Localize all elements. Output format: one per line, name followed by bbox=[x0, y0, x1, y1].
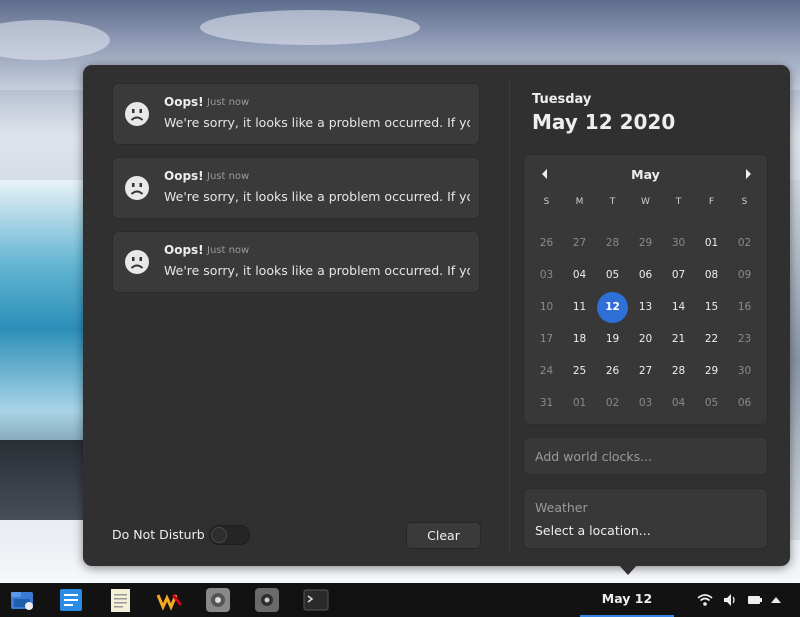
taskbar: May 12 17:10 bbox=[0, 583, 800, 617]
taskbar-clock[interactable]: May 12 17:10 bbox=[580, 583, 674, 617]
tray-arrow-icon[interactable] bbox=[768, 592, 784, 608]
calendar-day[interactable]: 30 bbox=[663, 228, 694, 259]
calendar-day[interactable]: 31 bbox=[531, 388, 562, 419]
calendar-day[interactable]: 24 bbox=[531, 356, 562, 387]
weekday-header: M bbox=[575, 197, 584, 207]
calendar-day[interactable]: 19 bbox=[597, 324, 628, 355]
wallpaper-rock bbox=[0, 440, 90, 530]
calendar-day[interactable]: 28 bbox=[663, 356, 694, 387]
popover-arrow bbox=[618, 564, 638, 575]
calendar-day[interactable]: 04 bbox=[663, 388, 694, 419]
settings-icon[interactable] bbox=[205, 587, 231, 613]
calendar-day[interactable]: 25 bbox=[564, 356, 595, 387]
sad-face-icon bbox=[125, 102, 149, 126]
calendar-day[interactable]: 18 bbox=[564, 324, 595, 355]
calendar-day[interactable]: 02 bbox=[729, 228, 760, 259]
notification-title: Oops! bbox=[164, 243, 204, 257]
notification-body: We're sorry, it looks like a problem occ… bbox=[164, 189, 470, 204]
notification-card[interactable]: Oops! Just now We're sorry, it looks like … bbox=[112, 231, 480, 293]
calendar-day-today[interactable]: 12 bbox=[597, 292, 628, 323]
calendar-day[interactable]: 16 bbox=[729, 292, 760, 323]
next-month-icon[interactable] bbox=[746, 169, 751, 179]
notification-title: Oops! bbox=[164, 169, 204, 183]
calendar-day[interactable]: 04 bbox=[564, 260, 595, 291]
do-not-disturb-label: Do Not Disturb bbox=[112, 527, 205, 542]
calendar-day[interactable]: 17 bbox=[531, 324, 562, 355]
calendar-day[interactable]: 01 bbox=[564, 388, 595, 419]
notification-time: Just now bbox=[207, 171, 250, 182]
calendar-day[interactable]: 28 bbox=[597, 228, 628, 259]
calendar-day[interactable]: 21 bbox=[663, 324, 694, 355]
software-manager-icon[interactable] bbox=[254, 587, 280, 613]
file-manager-icon[interactable] bbox=[9, 587, 35, 613]
month-calendar: May S M T W T F S 26 27 28 29 30 01 02 03 04 05 06 07 08 09 1… bbox=[523, 154, 768, 425]
notification-time: Just now bbox=[207, 245, 250, 256]
calendar-day[interactable]: 26 bbox=[531, 228, 562, 259]
notification-time: Just now bbox=[207, 97, 250, 108]
weekday-header: S bbox=[741, 197, 748, 207]
calendar-day[interactable]: 30 bbox=[729, 356, 760, 387]
wps-office-icon[interactable] bbox=[156, 587, 182, 613]
calendar-day[interactable]: 03 bbox=[630, 388, 661, 419]
calendar-day[interactable]: 10 bbox=[531, 292, 562, 323]
weather-title: Weather bbox=[535, 500, 588, 515]
weekday-header: T bbox=[675, 197, 682, 207]
do-not-disturb-toggle[interactable] bbox=[209, 525, 250, 545]
weekday-header: T bbox=[609, 197, 616, 207]
sad-face-icon bbox=[125, 176, 149, 200]
toggle-knob bbox=[211, 527, 227, 543]
calendar-day[interactable]: 06 bbox=[729, 388, 760, 419]
panel-divider bbox=[509, 81, 510, 551]
notification-body: We're sorry, it looks like a problem occ… bbox=[164, 263, 470, 278]
wifi-icon[interactable] bbox=[697, 592, 713, 608]
world-clocks-button[interactable]: Add world clocks... bbox=[523, 437, 768, 475]
calendar-day[interactable]: 29 bbox=[696, 356, 727, 387]
weekday-header: F bbox=[708, 197, 715, 207]
clear-button[interactable]: Clear bbox=[406, 522, 481, 549]
text-editor-icon[interactable] bbox=[58, 587, 84, 613]
calendar-day[interactable]: 03 bbox=[531, 260, 562, 291]
calendar-day[interactable]: 11 bbox=[564, 292, 595, 323]
calendar-day[interactable]: 09 bbox=[729, 260, 760, 291]
calendar-day[interactable]: 01 bbox=[696, 228, 727, 259]
weekday-label: Tuesday bbox=[532, 92, 592, 107]
battery-icon[interactable] bbox=[747, 592, 763, 608]
calendar-day[interactable]: 22 bbox=[696, 324, 727, 355]
weekday-header: S bbox=[543, 197, 550, 207]
calendar-day[interactable]: 29 bbox=[630, 228, 661, 259]
calendar-day[interactable]: 14 bbox=[663, 292, 694, 323]
calendar-day[interactable]: 26 bbox=[597, 356, 628, 387]
calendar-day[interactable]: 05 bbox=[597, 260, 628, 291]
calendar-day[interactable]: 20 bbox=[630, 324, 661, 355]
calendar-day[interactable]: 13 bbox=[630, 292, 661, 323]
calendar-day[interactable]: 07 bbox=[663, 260, 694, 291]
calendar-day[interactable]: 08 bbox=[696, 260, 727, 291]
calendar-month-title: May bbox=[631, 167, 660, 182]
calendar-day[interactable]: 05 bbox=[696, 388, 727, 419]
calendar-day[interactable]: 06 bbox=[630, 260, 661, 291]
weekday-header: W bbox=[641, 197, 650, 207]
terminal-icon[interactable] bbox=[303, 587, 329, 613]
wallpaper-cloud bbox=[200, 10, 420, 45]
calendar-day[interactable]: 27 bbox=[564, 228, 595, 259]
calendar-day[interactable]: 02 bbox=[597, 388, 628, 419]
world-clocks-label: Add world clocks... bbox=[535, 449, 653, 464]
calendar-notification-popover: Oops! Just now We're sorry, it looks like … bbox=[83, 65, 790, 566]
notification-card[interactable]: Oops! Just now We're sorry, it looks like … bbox=[112, 83, 480, 145]
notification-title: Oops! bbox=[164, 95, 204, 109]
weather-location-label: Select a location... bbox=[535, 523, 651, 538]
weather-section[interactable]: Weather Select a location... bbox=[523, 488, 768, 549]
notification-card[interactable]: Oops! Just now We're sorry, it looks like … bbox=[112, 157, 480, 219]
calendar-day[interactable]: 27 bbox=[630, 356, 661, 387]
sad-face-icon bbox=[125, 250, 149, 274]
calendar-day[interactable]: 23 bbox=[729, 324, 760, 355]
volume-icon[interactable] bbox=[722, 592, 738, 608]
notes-icon[interactable] bbox=[107, 587, 133, 613]
full-date-label: May 12 2020 bbox=[532, 110, 676, 134]
calendar-day[interactable]: 15 bbox=[696, 292, 727, 323]
notification-body: We're sorry, it looks like a problem occ… bbox=[164, 115, 470, 130]
